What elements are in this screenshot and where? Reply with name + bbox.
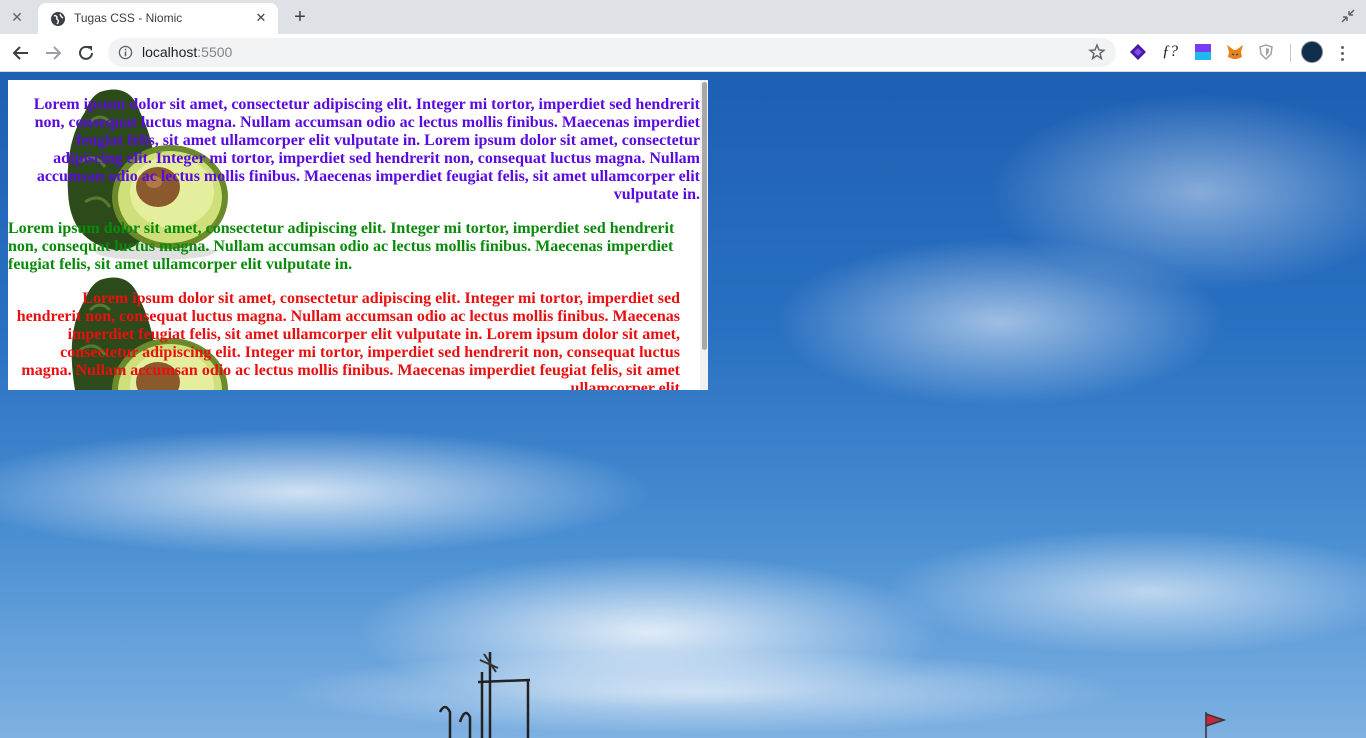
reload-icon (79, 45, 93, 60)
reload-button[interactable] (74, 41, 98, 65)
menu-icon[interactable] (1334, 41, 1350, 65)
star-icon[interactable] (1088, 43, 1106, 61)
stack-icon[interactable] (1128, 42, 1148, 62)
flag-icon (1205, 712, 1227, 738)
gradient-square-icon[interactable] (1193, 42, 1213, 62)
address-bar[interactable]: localhost:5500 (108, 38, 1116, 67)
font-ninja-icon[interactable]: ƒ? (1160, 42, 1180, 62)
browser-toolbar: localhost:5500 ƒ? (0, 34, 1366, 72)
tab-strip: ✕ Tugas CSS - Niomic ✕ + (0, 0, 1366, 34)
content-box: Lorem ipsum dolor sit amet, consectetur … (8, 80, 708, 390)
arrow-right-icon (46, 46, 62, 60)
new-tab-button[interactable]: + (289, 6, 311, 28)
arrow-left-icon (12, 46, 28, 60)
scrollbar-thumb[interactable] (702, 82, 707, 350)
tab-active[interactable]: Tugas CSS - Niomic ✕ (38, 3, 278, 34)
paragraph-red: Lorem ipsum dolor sit amet, consectetur … (16, 290, 680, 390)
globe-icon (51, 12, 65, 26)
scrollbar[interactable] (700, 80, 708, 390)
shield-icon[interactable] (1256, 42, 1276, 62)
toolbar-separator (1290, 44, 1291, 62)
paragraph-purple: Lorem ipsum dolor sit amet, consectetur … (33, 96, 700, 203)
url-port: :5500 (197, 44, 233, 60)
mast-structure (438, 652, 531, 738)
tab-title: Tugas CSS - Niomic (74, 11, 183, 25)
back-button[interactable] (9, 41, 33, 65)
forward-button[interactable] (41, 41, 65, 65)
url-text: localhost:5500 (142, 44, 232, 60)
info-icon[interactable] (118, 45, 133, 60)
restore-window-icon[interactable] (1340, 8, 1356, 24)
url-host: localhost (142, 44, 198, 60)
profile-avatar[interactable] (1301, 41, 1323, 63)
paragraph-green: Lorem ipsum dolor sit amet, consectetur … (8, 220, 675, 273)
page-background: Lorem ipsum dolor sit amet, consectetur … (0, 72, 1366, 738)
metamask-fox-icon[interactable] (1225, 42, 1245, 62)
close-icon[interactable]: ✕ (6, 7, 28, 27)
tab-close-icon[interactable]: ✕ (252, 9, 270, 27)
